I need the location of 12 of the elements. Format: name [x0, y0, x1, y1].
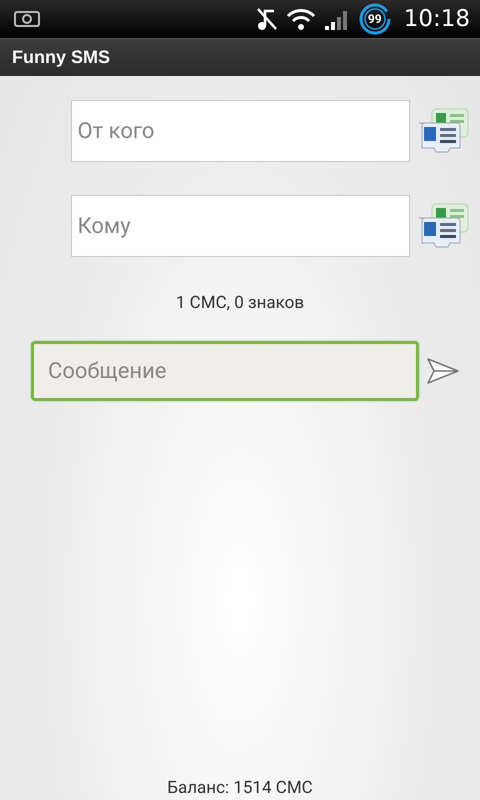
balance-text: Баланс: 1514 СМС: [167, 778, 313, 798]
screenshot-icon: [14, 10, 40, 28]
send-icon[interactable]: [427, 357, 459, 385]
wifi-icon: [286, 7, 316, 31]
phone-field[interactable]: Кому: [70, 195, 410, 257]
sms-counter: 1 СМС, 0 знаков: [176, 293, 304, 313]
app-title: Funny SMS: [12, 47, 110, 68]
message-field[interactable]: Сообщение: [31, 341, 419, 401]
muted-music-icon: [256, 7, 278, 31]
clock: 10:18: [404, 6, 470, 32]
phone-field[interactable]: От кого: [70, 100, 410, 162]
battery-indicator: 99: [358, 2, 392, 36]
